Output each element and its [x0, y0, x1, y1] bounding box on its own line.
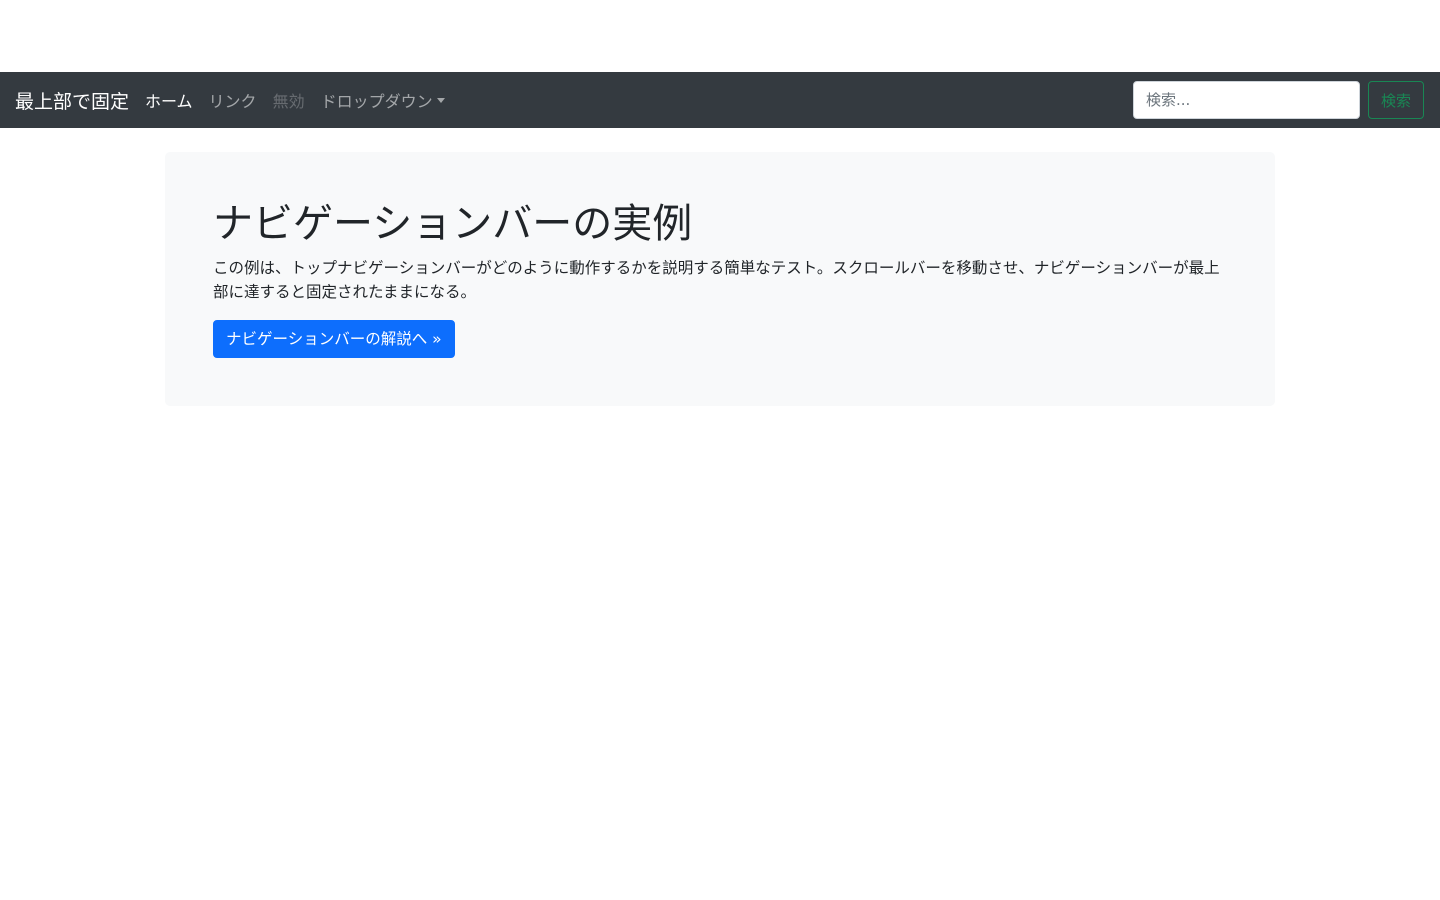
lead-text: この例は、トップナビゲーションバーがどのように動作するかを説明する簡単なテスト。…: [213, 259, 1220, 301]
nav-dropdown-label: ドロップダウン: [320, 92, 433, 111]
search-button[interactable]: 検索: [1367, 81, 1424, 119]
nav-links: ホーム リンク 無効 ドロップダウン: [137, 88, 453, 112]
search-form: 検索: [1132, 81, 1424, 119]
page-title: ナビゲーションバーの実例: [213, 201, 693, 247]
nav-link-home[interactable]: ホーム: [137, 88, 201, 112]
top-space: [0, 0, 1440, 72]
jumbotron: ナビゲーションバーの実例 この例は、トップナビゲーションバーがどのように動作する…: [165, 152, 1275, 406]
navbar: 最上部で固定 ホーム リンク 無効 ドロップダウン 検索: [0, 72, 1440, 128]
docs-button[interactable]: ナビゲーションバーの解説へ »: [213, 320, 455, 358]
search-input[interactable]: [1132, 81, 1360, 119]
navbar-brand[interactable]: 最上部で固定: [15, 87, 129, 114]
nav-link-link[interactable]: リンク: [201, 88, 265, 112]
nav-link-disabled: 無効: [272, 92, 305, 111]
caret-down-icon: [436, 97, 445, 103]
nav-dropdown-toggle[interactable]: ドロップダウン: [313, 88, 453, 112]
